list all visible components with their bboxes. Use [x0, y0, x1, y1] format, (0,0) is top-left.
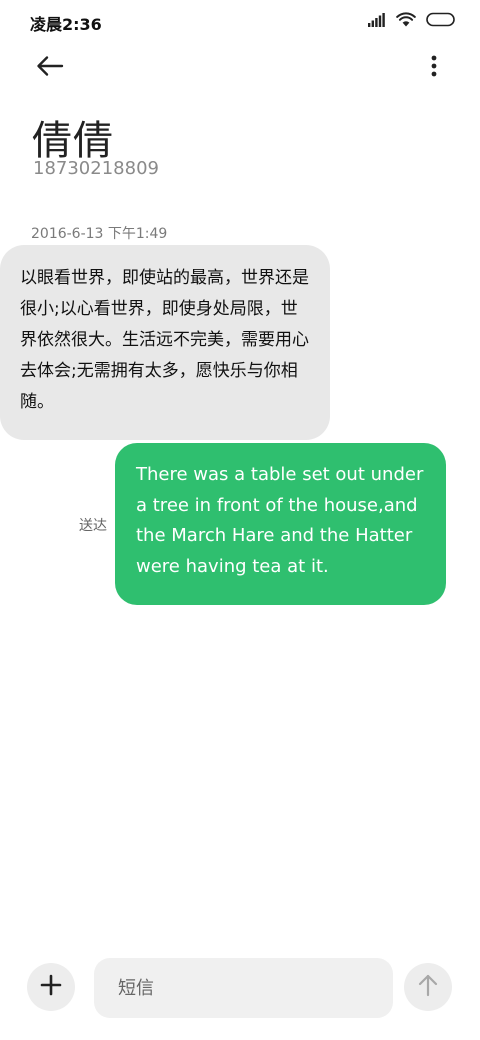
more-vertical-icon: [431, 55, 437, 81]
status-time: 凌晨2:36: [30, 15, 102, 34]
battery-icon: [426, 12, 456, 31]
signal-icon: [368, 12, 386, 31]
back-button[interactable]: [30, 52, 70, 84]
add-attachment-button[interactable]: [27, 963, 75, 1011]
send-button[interactable]: [404, 963, 452, 1011]
more-options-button[interactable]: [422, 52, 446, 84]
status-bar: 凌晨2:36: [0, 0, 480, 44]
message-timestamp: 2016-6-13 下午1:49: [31, 226, 168, 242]
contact-number: 18730218809: [33, 158, 159, 179]
send-arrow-icon: [417, 973, 439, 1001]
wifi-icon: [396, 12, 416, 31]
sent-status-label: 送达: [79, 518, 107, 534]
incoming-message-bubble[interactable]: 以眼看世界，即使站的最高，世界还是很小;以心看世界，即使身处局限，世界依然很大。…: [0, 245, 330, 440]
message-input[interactable]: [94, 958, 393, 1018]
back-arrow-icon: [36, 55, 64, 81]
outgoing-message-bubble[interactable]: There was a table set out under a tree i…: [115, 443, 446, 605]
status-icons: [368, 12, 456, 31]
plus-icon: [40, 974, 62, 1000]
